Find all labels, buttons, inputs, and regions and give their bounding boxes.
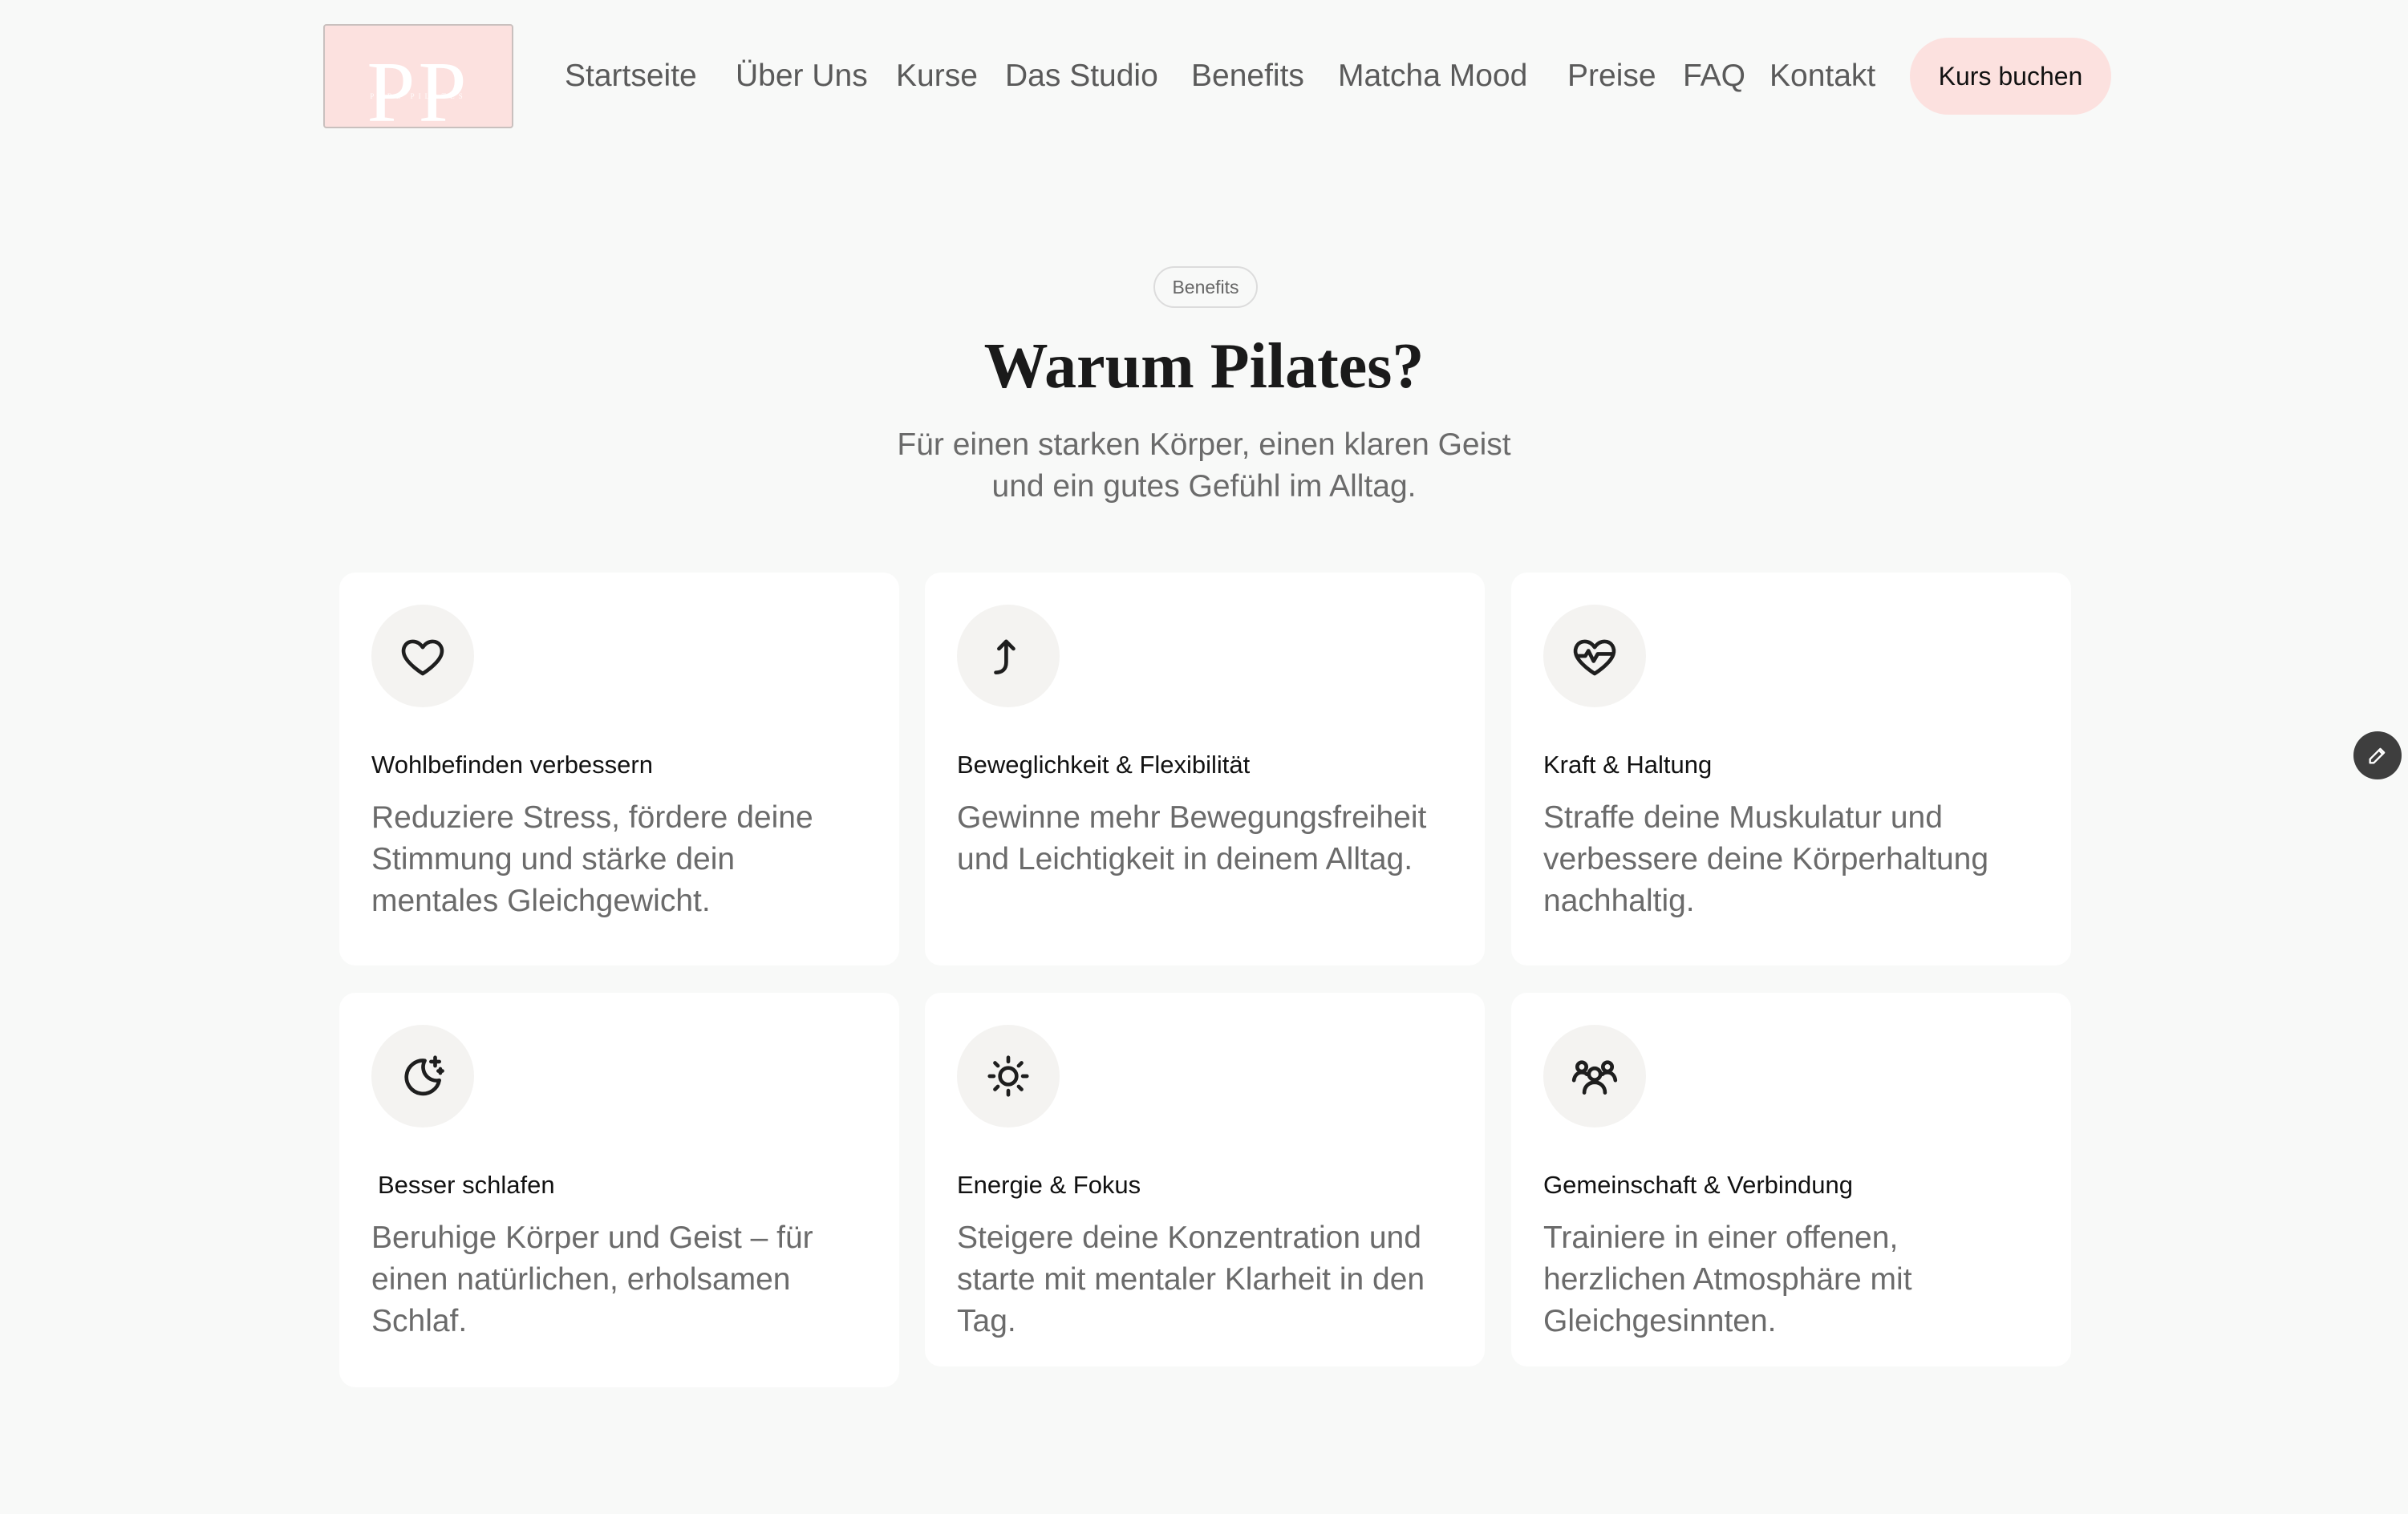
nav-item-matcha-mood[interactable]: Matcha Mood — [1338, 56, 1527, 96]
section-title: Warum Pilates? — [983, 331, 1425, 402]
nav-item-kontakt[interactable]: Kontakt — [1770, 56, 1875, 96]
card-title: Beweglichkeit & Flexibilität — [957, 751, 1251, 779]
nav-item-benefits[interactable]: Benefits — [1191, 56, 1304, 96]
card-title: Kraft & Haltung — [1543, 751, 1713, 779]
card-text: Straffe deine Muskulatur und verbessere … — [1543, 800, 1989, 918]
card-title: Besser schlafen — [378, 1171, 555, 1199]
nav-item-preise[interactable]: Preise — [1567, 56, 1656, 96]
edit-button[interactable] — [2353, 731, 2402, 779]
page: PP PURE PILATES Startseite Über Uns Kurs… — [0, 0, 2408, 1514]
nav-item-ueber-uns[interactable]: Über Uns — [736, 56, 868, 96]
arrow-up-curve-icon — [957, 605, 1060, 707]
heart-pulse-icon — [1543, 605, 1646, 707]
card-text: Beruhige Körper und Geist – für einen na… — [371, 1221, 813, 1338]
benefit-card-beweglichkeit: Beweglichkeit & Flexibilität Gewinne meh… — [925, 573, 1485, 965]
card-text: Trainiere in einer offenen, herzlichen A… — [1543, 1221, 1912, 1338]
card-text: Steigere deine Konzentration und starte … — [957, 1221, 1425, 1338]
moon-stars-icon — [371, 1025, 474, 1127]
benefit-card-wohlbefinden: Wohlbefinden verbessern Reduziere Stress… — [339, 573, 899, 965]
section-subtitle-line-1: Für einen starken Körper, einen klaren G… — [897, 427, 1511, 462]
logo-wordmark: PURE PILATES — [370, 92, 467, 100]
card-title: Energie & Fokus — [957, 1171, 1141, 1199]
sun-icon — [957, 1025, 1060, 1127]
card-title: Wohlbefinden verbessern — [371, 751, 653, 779]
users-icon — [1543, 1025, 1646, 1127]
card-text: Reduziere Stress, fördere deine Stimmung… — [371, 800, 813, 918]
nav-item-startseite[interactable]: Startseite — [565, 56, 697, 96]
section-subtitle-line-2: und ein gutes Gefühl im Alltag. — [991, 469, 1417, 504]
pencil-icon — [2369, 747, 2386, 764]
card-text: Gewinne mehr Bewegungsfreiheit und Leich… — [957, 800, 1427, 876]
nav-item-kurse[interactable]: Kurse — [896, 56, 978, 96]
book-course-button[interactable]: Kurs buchen — [1910, 38, 2111, 115]
logo-letters: PP — [367, 45, 470, 128]
benefit-card-schlafen: Besser schlafen Beruhige Körper und Geis… — [339, 993, 899, 1387]
nav-item-das-studio[interactable]: Das Studio — [1005, 56, 1158, 96]
benefit-card-gemeinschaft: Gemeinschaft & Verbindung Trainiere in e… — [1511, 993, 2071, 1366]
logo[interactable]: PP PURE PILATES — [323, 24, 513, 128]
heart-icon — [371, 605, 474, 707]
section-badge: Benefits — [1153, 266, 1258, 308]
benefit-card-kraft: Kraft & Haltung Straffe deine Muskulatur… — [1511, 573, 2071, 965]
benefit-card-energie: Energie & Fokus Steigere deine Konzentra… — [925, 993, 1485, 1366]
card-title: Gemeinschaft & Verbindung — [1543, 1171, 1854, 1199]
nav-item-faq[interactable]: FAQ — [1683, 56, 1745, 96]
